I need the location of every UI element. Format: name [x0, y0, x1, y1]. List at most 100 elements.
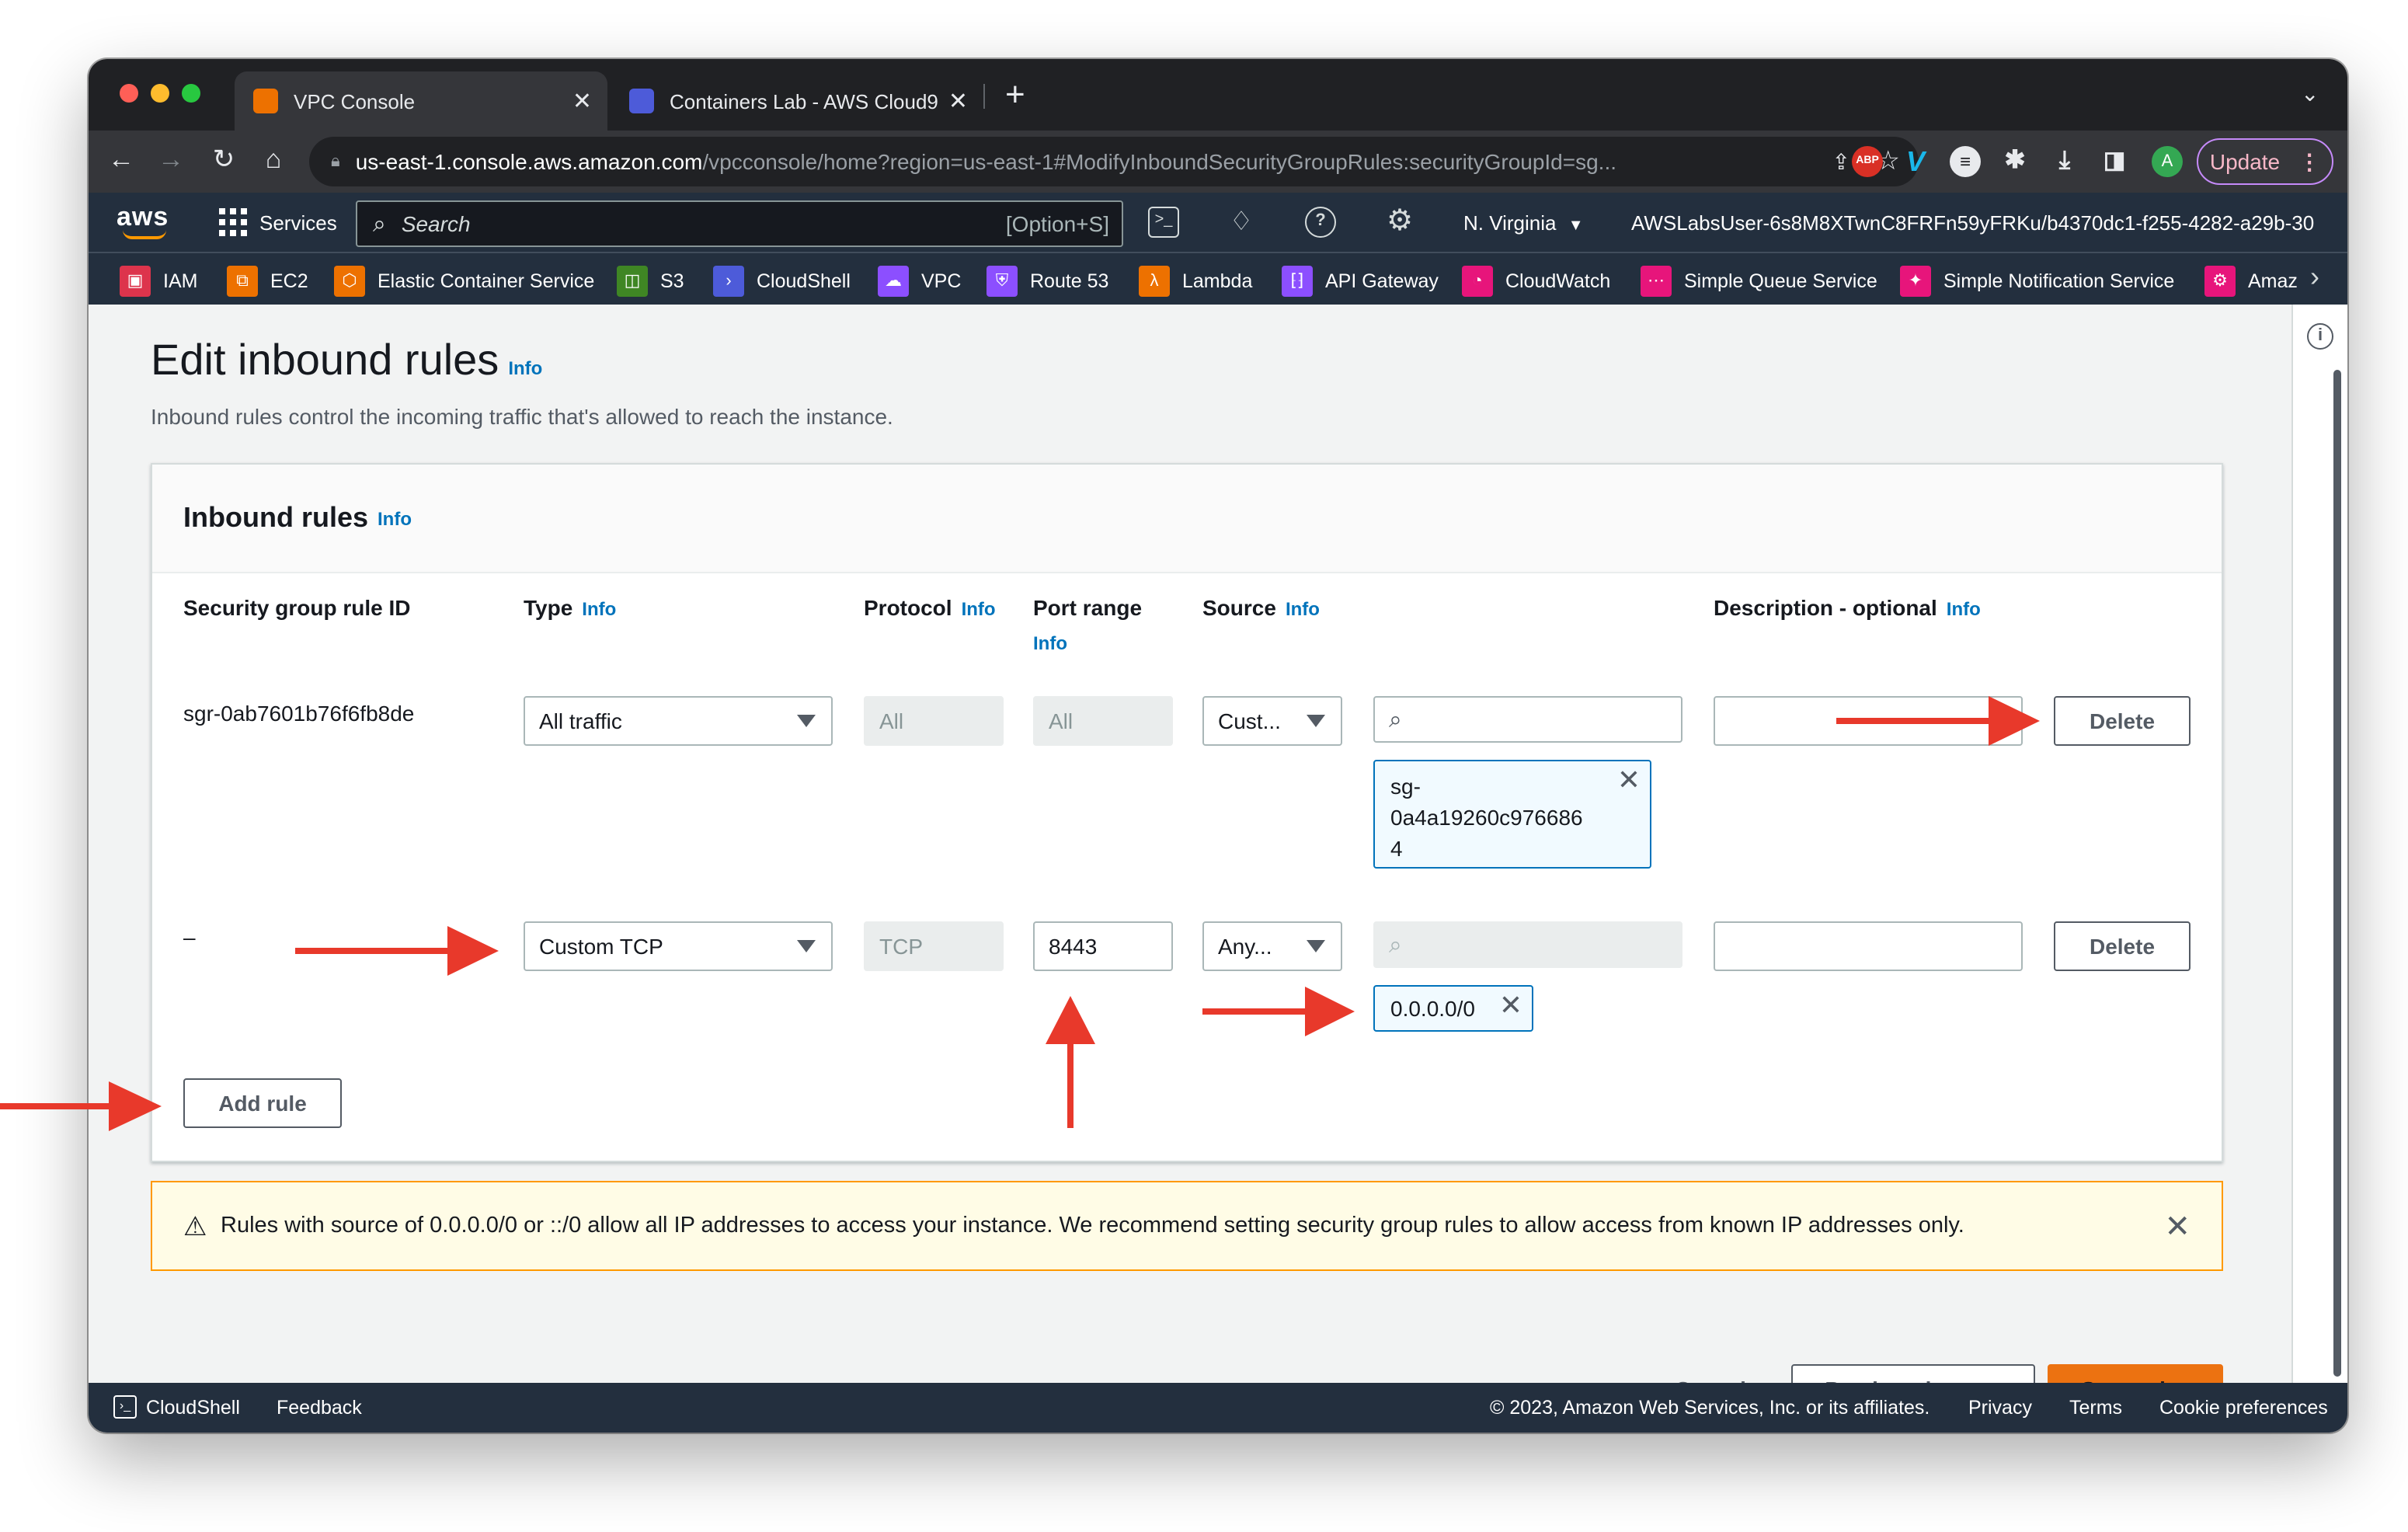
footer-privacy-link[interactable]: Privacy	[1968, 1397, 2032, 1419]
favorite-ec2[interactable]: ⧉ EC2	[227, 266, 308, 297]
rule-id-cell: –	[183, 924, 196, 949]
extensions-puzzle-icon[interactable]: ✱	[1999, 146, 2030, 177]
warning-icon: ⚠	[183, 1212, 207, 1241]
favorite-route53[interactable]: ⛨ Route 53	[987, 266, 1108, 297]
panel-header: Inbound rules Info	[152, 465, 2222, 573]
protocol-field: All	[864, 696, 1004, 746]
favorite-amazon-truncated[interactable]: ⚙ Amaz	[2204, 266, 2301, 297]
favorite-label: CloudWatch	[1505, 270, 1611, 292]
favorite-api-gateway[interactable]: ⁅⁆ API Gateway	[1282, 266, 1439, 297]
col-label: Source	[1202, 595, 1276, 620]
update-button[interactable]: Update ⋮	[2197, 138, 2333, 185]
source-search-input: ⌕	[1373, 921, 1682, 968]
info-panel-icon[interactable]: i	[2307, 323, 2333, 350]
list-extension-icon[interactable]: ≡	[1950, 146, 1981, 177]
back-icon[interactable]: ←	[104, 143, 138, 177]
footer-terms-link[interactable]: Terms	[2069, 1397, 2122, 1419]
favorite-iam[interactable]: ▣ IAM	[120, 266, 197, 297]
footer-cookie-preferences-link[interactable]: Cookie preferences	[2159, 1397, 2328, 1419]
info-link[interactable]: Info	[378, 507, 412, 529]
type-select[interactable]: Custom TCP	[524, 921, 833, 971]
tab-cloud9[interactable]: Containers Lab - AWS Cloud9 ✕	[611, 71, 983, 131]
col-header-description: Description - optional Info	[1714, 595, 1981, 620]
vpc-icon: ☁	[878, 266, 909, 297]
close-window-button[interactable]	[120, 84, 138, 103]
delete-rule-button[interactable]: Delete	[2054, 696, 2191, 746]
add-rule-button[interactable]: Add rule	[183, 1078, 342, 1128]
favorites-scroll-right-icon[interactable]: ›	[2310, 261, 2319, 294]
sns-icon: ✦	[1900, 266, 1931, 297]
favorite-sqs[interactable]: ⋯ Simple Queue Service	[1641, 266, 1877, 297]
description-input[interactable]	[1714, 921, 2023, 971]
favorite-vpc[interactable]: ☁ VPC	[878, 266, 961, 297]
tab-divider	[983, 84, 985, 109]
favorite-label: Route 53	[1030, 270, 1109, 292]
delete-rule-button[interactable]: Delete	[2054, 921, 2191, 971]
region-selector[interactable]: N. Virginia ▼	[1463, 211, 1584, 235]
source-select[interactable]: Cust...	[1202, 696, 1342, 746]
kebab-menu-icon: ⋮	[2298, 148, 2321, 173]
update-label: Update	[2209, 149, 2281, 174]
info-link[interactable]: Info	[1033, 632, 1067, 654]
tab-bar: VPC Console ✕ Containers Lab - AWS Cloud…	[89, 59, 2347, 131]
info-link[interactable]: Info	[962, 598, 996, 620]
aws-logo[interactable]: aws	[117, 202, 169, 233]
caret-down-icon	[1307, 715, 1325, 727]
home-icon[interactable]: ⌂	[256, 143, 291, 177]
share-icon[interactable]: ⇪	[1832, 148, 1850, 175]
download-icon[interactable]: ⤓	[2049, 146, 2080, 177]
remove-token-icon[interactable]: ✕	[1617, 764, 1641, 797]
adblock-extension-icon[interactable]: ABP	[1852, 146, 1883, 177]
maximize-window-button[interactable]	[182, 84, 200, 103]
ec2-icon: ⧉	[227, 266, 258, 297]
favorites-bar: ▣ IAM ⧉ EC2 ⬡ Elastic Container Service ◫ S3…	[89, 252, 2347, 305]
footer-cloudshell-link[interactable]: CloudShell	[146, 1397, 240, 1419]
description-input[interactable]	[1714, 696, 2023, 746]
dismiss-alert-icon[interactable]: ✕	[2164, 1207, 2191, 1246]
help-icon[interactable]: ?	[1305, 207, 1336, 238]
services-menu[interactable]: Services	[259, 211, 337, 235]
side-panel-icon[interactable]: ◨	[2099, 146, 2130, 177]
info-link[interactable]: Info	[582, 598, 616, 620]
info-link[interactable]: Info	[508, 357, 542, 379]
console-footer: ›_ CloudShell Feedback © 2023, Amazon We…	[89, 1383, 2347, 1433]
source-search-input[interactable]: ⌕	[1373, 696, 1682, 743]
close-tab-icon[interactable]: ✕	[948, 87, 968, 115]
lambda-icon: λ	[1139, 266, 1170, 297]
close-tab-icon[interactable]: ✕	[572, 87, 592, 115]
type-select[interactable]: All traffic	[524, 696, 833, 746]
source-select[interactable]: Any...	[1202, 921, 1342, 971]
footer-feedback-link[interactable]: Feedback	[277, 1397, 362, 1419]
account-menu[interactable]: AWSLabsUser-6s8M8XTwnC8FRFn59yFRKu/b4370…	[1631, 211, 2315, 235]
services-grid-icon[interactable]	[219, 208, 247, 236]
favorite-ecs[interactable]: ⬡ Elastic Container Service	[334, 266, 594, 297]
favorite-lambda[interactable]: λ Lambda	[1139, 266, 1252, 297]
url-host: us-east-1.console.aws.amazon.com	[355, 149, 703, 174]
notifications-bell-icon[interactable]: ♢	[1226, 207, 1257, 238]
profile-avatar[interactable]: A	[2152, 146, 2183, 177]
info-link[interactable]: Info	[1286, 598, 1320, 620]
col-header-protocol: Protocol Info	[864, 595, 996, 620]
favorite-cloudwatch[interactable]: ◔ CloudWatch	[1462, 266, 1610, 297]
tab-vpc-console[interactable]: VPC Console ✕	[235, 71, 607, 131]
port-range-input[interactable]: 8443	[1033, 921, 1173, 971]
settings-gear-icon[interactable]: ⚙	[1384, 206, 1415, 238]
vimeo-extension-icon[interactable]: V	[1900, 146, 1931, 177]
cloudshell-icon[interactable]: >_	[1148, 207, 1179, 238]
favorite-cloudshell[interactable]: › CloudShell	[713, 266, 851, 297]
info-link[interactable]: Info	[1947, 598, 1981, 620]
forward-icon[interactable]: →	[154, 143, 188, 177]
tab-search-chevron-icon[interactable]: ⌄	[2301, 81, 2319, 107]
new-tab-icon[interactable]: +	[1005, 75, 1025, 115]
type-select-value: All traffic	[539, 709, 622, 733]
page-scrollbar[interactable]	[2333, 370, 2341, 1377]
reload-icon[interactable]: ↻	[207, 143, 241, 177]
favorite-s3[interactable]: ◫ S3	[617, 266, 684, 297]
url-path: /vpcconsole/home?region=us-east-1#Modify…	[702, 149, 1617, 174]
warning-alert: ⚠ Rules with source of 0.0.0.0/0 or ::/0…	[151, 1181, 2223, 1271]
favorite-sns[interactable]: ✦ Simple Notification Service	[1900, 266, 2174, 297]
aws-search-input[interactable]: ⌕ Search [Option+S]	[356, 200, 1123, 247]
minimize-window-button[interactable]	[151, 84, 169, 103]
remove-token-icon[interactable]: ✕	[1499, 990, 1522, 1022]
address-bar[interactable]: 🔒︎ us-east-1.console.aws.amazon.com /vpc…	[309, 137, 1919, 186]
